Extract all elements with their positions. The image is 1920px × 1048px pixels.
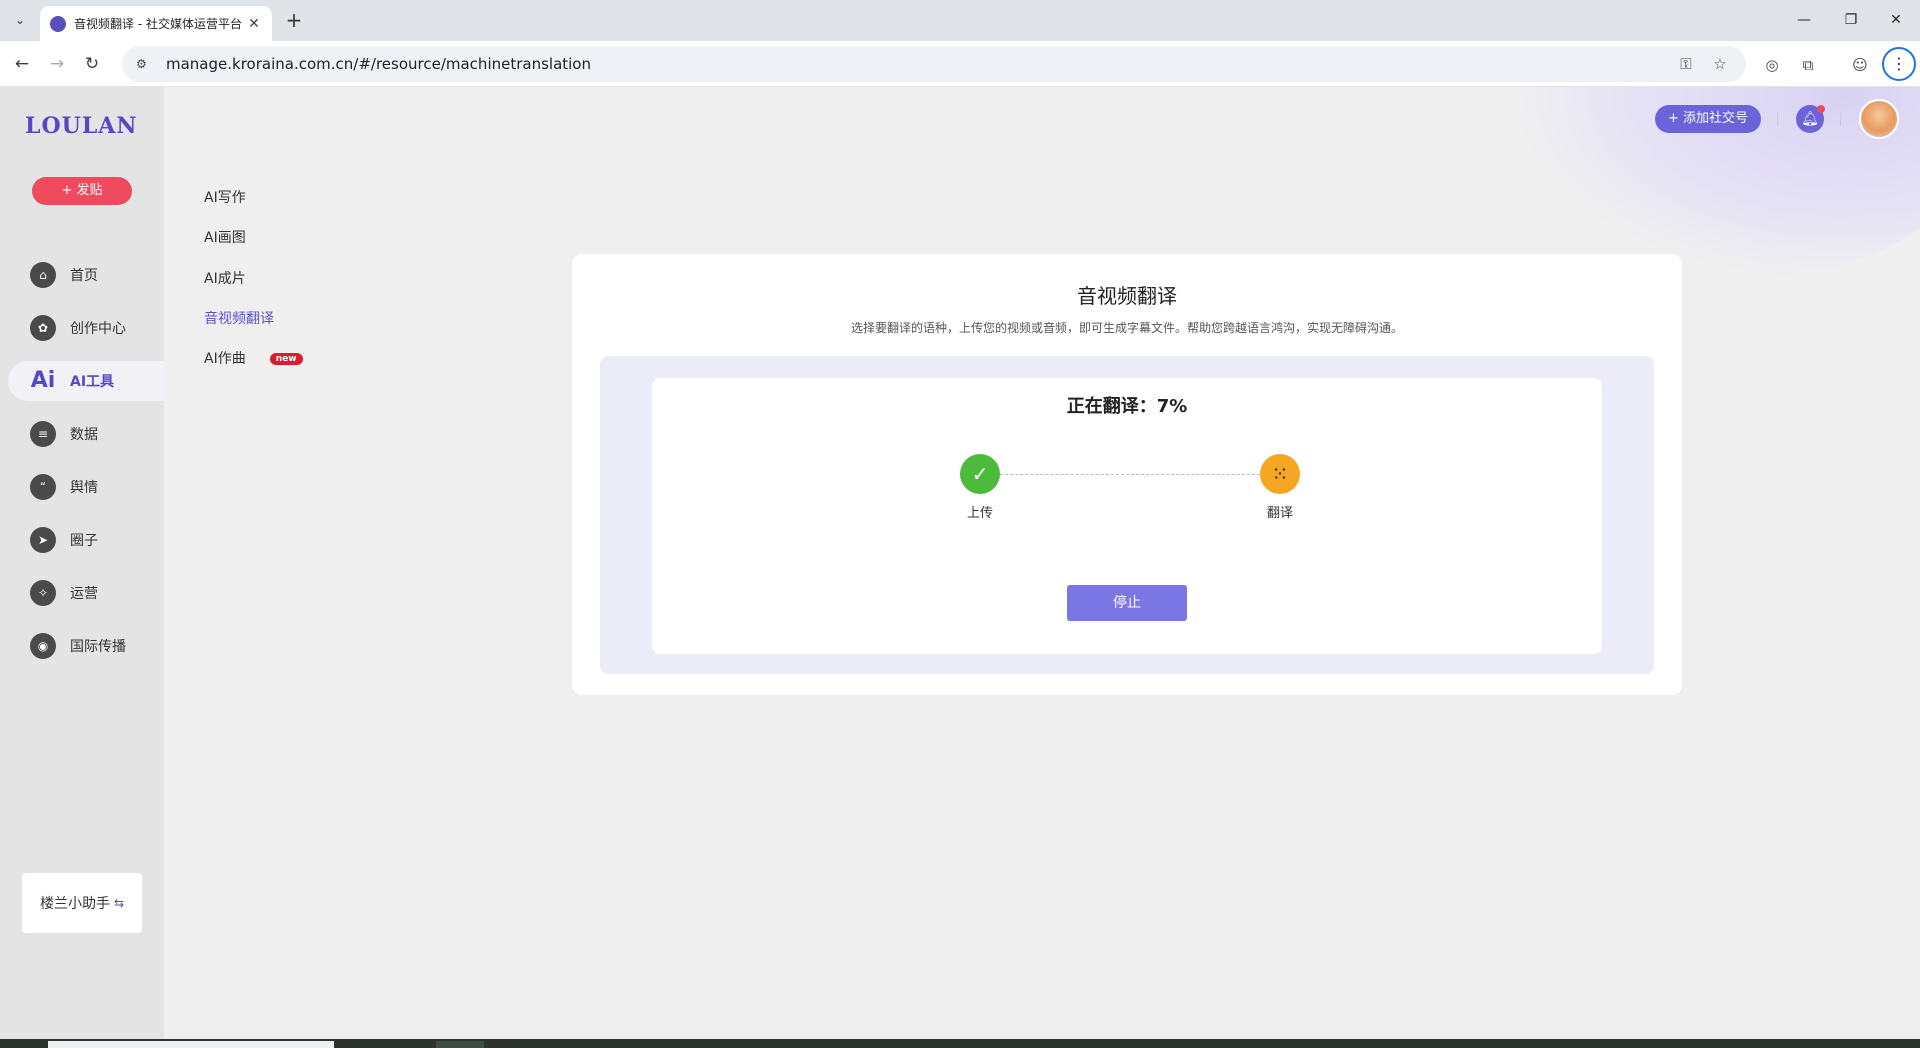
notification-dot bbox=[1817, 105, 1825, 113]
subnav-ai-music-label: AI作曲 bbox=[204, 351, 246, 367]
forward-icon[interactable]: → bbox=[43, 51, 71, 77]
step-upload-label: 上传 bbox=[966, 506, 993, 521]
sidebar-item-label: 运营 bbox=[70, 586, 98, 602]
translation-card: 音视频翻译 选择要翻译的语种，上传您的视频或音频，即可生成字幕文件。帮助您跨越语… bbox=[572, 254, 1682, 695]
post-button[interactable]: + 发贴 bbox=[32, 177, 132, 205]
sidebar-item-circle[interactable]: ➤ 圈子 bbox=[8, 520, 164, 560]
page: LOULAN + 发贴 ⌂ 首页 ✿ 创作中心 Ai AI工具 ≡ 数据 “ 舆… bbox=[0, 87, 1920, 1039]
profile-icon[interactable]: ☺ bbox=[1848, 53, 1872, 77]
operations-icon: ✧ bbox=[30, 580, 56, 606]
progress-panel: 正在翻译：7% ✓ 上传 ⁙ 翻译 停止 bbox=[600, 356, 1654, 674]
back-icon[interactable]: ← bbox=[8, 51, 36, 77]
star-icon[interactable]: ☆ bbox=[1708, 55, 1732, 73]
sidebar-item-label: 首页 bbox=[70, 268, 98, 284]
quote-icon: “ bbox=[30, 474, 56, 500]
tab-favicon-icon bbox=[50, 15, 66, 32]
sidebar-item-data[interactable]: ≡ 数据 bbox=[8, 414, 164, 454]
sidebar-item-label: 圈子 bbox=[70, 533, 98, 549]
new-tab-button[interactable]: + bbox=[281, 8, 307, 34]
new-badge: new bbox=[269, 353, 303, 365]
sidebar-item-label: 数据 bbox=[70, 427, 98, 443]
taskbar-item[interactable] bbox=[48, 1041, 334, 1048]
divider bbox=[1777, 112, 1778, 126]
sidebar-item-operations[interactable]: ✧ 运营 bbox=[8, 573, 164, 613]
logo[interactable]: LOULAN bbox=[25, 113, 137, 139]
taskbar-item[interactable] bbox=[436, 1041, 484, 1048]
page-description: 选择要翻译的语种，上传您的视频或音频，即可生成字幕文件。帮助您跨越语言鸿沟，实现… bbox=[850, 321, 1403, 335]
assistant-label: 楼兰小助手 bbox=[39, 896, 110, 912]
sidebar-item-sentiment[interactable]: “ 舆情 bbox=[8, 467, 164, 507]
stop-button[interactable]: 停止 bbox=[1067, 585, 1187, 621]
sidebar-item-creation-center[interactable]: ✿ 创作中心 bbox=[8, 308, 164, 348]
subnav-ai-video[interactable]: AI成片 bbox=[204, 268, 246, 288]
loading-icon: ⁙ bbox=[1260, 454, 1300, 494]
subnav-ai-writing[interactable]: AI写作 bbox=[204, 187, 246, 207]
minimize-icon[interactable]: — bbox=[1782, 6, 1826, 34]
globe-icon: ◉ bbox=[30, 633, 56, 659]
assistant-button[interactable]: 楼兰小助手 ⇆ bbox=[22, 873, 142, 933]
sidebar-item-international[interactable]: ◉ 国际传播 bbox=[8, 626, 164, 666]
reload-icon[interactable]: ↻ bbox=[78, 51, 106, 77]
page-title: 音视频翻译 bbox=[1077, 284, 1177, 308]
sidebar-item-label: 舆情 bbox=[70, 480, 98, 496]
close-icon[interactable]: ✕ bbox=[246, 16, 262, 32]
sidebar-item-label: 国际传播 bbox=[70, 639, 126, 655]
sidebar-item-label: 创作中心 bbox=[70, 321, 126, 337]
database-icon: ≡ bbox=[30, 421, 56, 447]
switch-icon: ⇆ bbox=[113, 896, 125, 910]
key-icon[interactable]: ⚿ bbox=[1674, 55, 1698, 73]
browser-toolbar: ← → ↻ ⚙ manage.kroraina.com.cn/#/resourc… bbox=[0, 41, 1920, 87]
avatar[interactable] bbox=[1859, 99, 1899, 139]
sidebar: LOULAN + 发贴 ⌂ 首页 ✿ 创作中心 Ai AI工具 ≡ 数据 “ 舆… bbox=[0, 87, 164, 1039]
window-close-icon[interactable]: ✕ bbox=[1874, 6, 1918, 34]
tab-title: 音视频翻译 - 社交媒体运营平台 bbox=[74, 17, 242, 31]
tab-dropdown-icon[interactable]: ⌄ bbox=[8, 8, 32, 32]
sidebar-item-home[interactable]: ⌂ 首页 bbox=[8, 255, 164, 295]
check-icon: ✓ bbox=[960, 454, 1000, 494]
subnav-av-translation[interactable]: 音视频翻译 bbox=[204, 308, 274, 328]
progress-title: 正在翻译：7% bbox=[1066, 396, 1188, 417]
divider bbox=[1840, 112, 1841, 126]
site-info-icon[interactable]: ⚙ bbox=[136, 57, 152, 71]
ai-icon: Ai bbox=[30, 368, 56, 393]
home-icon: ⌂ bbox=[30, 262, 56, 288]
step-connector bbox=[980, 474, 1280, 475]
add-social-account-button[interactable]: + 添加社交号 bbox=[1655, 105, 1761, 133]
palette-icon: ✿ bbox=[30, 315, 56, 341]
subnav-ai-music[interactable]: AI作曲 new bbox=[204, 348, 303, 368]
progress-box: 正在翻译：7% ✓ 上传 ⁙ 翻译 停止 bbox=[652, 378, 1602, 654]
sidebar-item-ai-tools[interactable]: Ai AI工具 bbox=[8, 361, 164, 401]
address-bar[interactable]: ⚙ manage.kroraina.com.cn/#/resource/mach… bbox=[122, 46, 1746, 82]
compass-icon: ➤ bbox=[30, 527, 56, 553]
step-translate-label: 翻译 bbox=[1266, 506, 1293, 521]
browser-tab[interactable]: 音视频翻译 - 社交媒体运营平台 ✕ bbox=[40, 6, 272, 41]
sidebar-item-label: AI工具 bbox=[70, 374, 115, 390]
browser-tab-bar: ⌄ 音视频翻译 - 社交媒体运营平台 ✕ + — ❐ ✕ bbox=[0, 0, 1920, 41]
extension-icon[interactable]: ◎ bbox=[1760, 53, 1784, 77]
restore-icon[interactable]: ❐ bbox=[1829, 6, 1873, 34]
menu-icon[interactable]: ⋮ bbox=[1882, 47, 1916, 81]
subnav-ai-drawing[interactable]: AI画图 bbox=[204, 227, 246, 247]
puzzle-icon[interactable]: ⧉ bbox=[1796, 53, 1820, 77]
url-text[interactable]: manage.kroraina.com.cn/#/resource/machin… bbox=[166, 55, 1664, 73]
